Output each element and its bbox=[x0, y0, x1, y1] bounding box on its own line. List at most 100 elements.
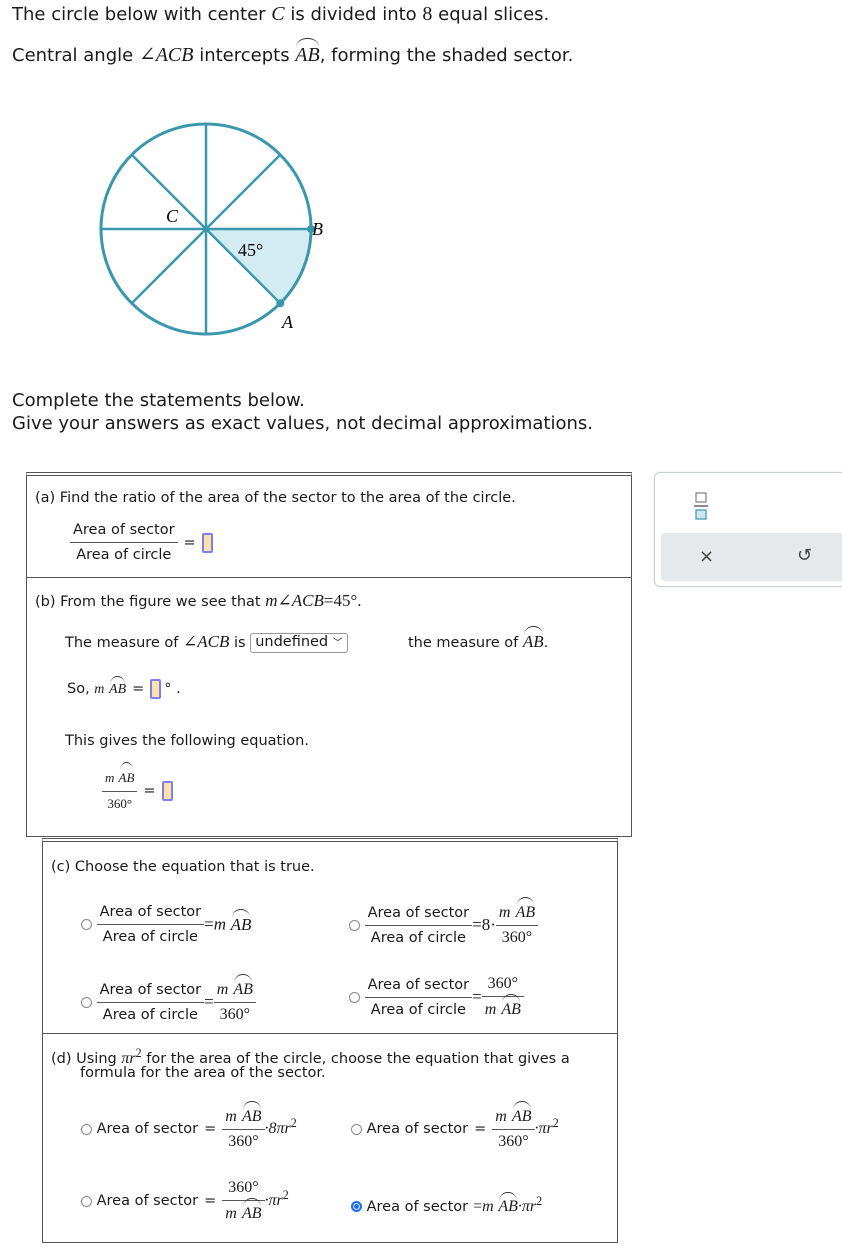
arc: AB bbox=[515, 897, 536, 921]
exponent: 2 bbox=[290, 1116, 297, 1131]
equals: = bbox=[143, 783, 156, 799]
so-statement: So, m AB = ° . bbox=[67, 676, 181, 699]
radio-c3[interactable] bbox=[81, 996, 92, 1008]
equals: = bbox=[472, 987, 482, 1006]
part-b-answer-input[interactable] bbox=[161, 781, 173, 801]
label-b: B bbox=[312, 219, 323, 239]
center-var: C bbox=[271, 3, 285, 25]
intro-line-1: The circle below with center C is divide… bbox=[12, 3, 549, 26]
arc: AB bbox=[241, 1198, 262, 1222]
radio-d4-selected[interactable] bbox=[351, 1201, 362, 1213]
part-b-box: (b) From the figure we see that m∠ACB=45… bbox=[26, 577, 632, 837]
instruction-2: Give your answers as exact values, not d… bbox=[12, 413, 593, 434]
instruction-1: Complete the statements below. bbox=[12, 390, 305, 411]
fraction-template-button[interactable] bbox=[693, 491, 709, 525]
fraction-bar bbox=[222, 1129, 265, 1130]
radius-line bbox=[205, 153, 282, 230]
exponent: 2 bbox=[536, 1194, 543, 1208]
numerator: 360° bbox=[228, 1179, 259, 1196]
m: m bbox=[265, 591, 278, 610]
option-c1[interactable]: Area of sector Area of circle =m AB bbox=[81, 902, 251, 947]
option-d3[interactable]: Area of sector = 360° m AB ·πr2 bbox=[81, 1178, 289, 1224]
m: m bbox=[94, 682, 105, 697]
fraction: m AB 360° bbox=[492, 1101, 535, 1152]
part-a-answer-input[interactable] bbox=[201, 532, 213, 553]
text: intercepts bbox=[193, 45, 296, 66]
fraction: Area of sector Area of circle bbox=[364, 975, 473, 1020]
radio-d3[interactable] bbox=[81, 1195, 92, 1207]
m: m bbox=[225, 1205, 237, 1222]
radio-c1[interactable] bbox=[81, 919, 92, 930]
factor: ·πr bbox=[517, 1197, 537, 1215]
fraction: m AB 360° bbox=[222, 1101, 265, 1152]
part-d-box: (d) Using πr2 for the area of the circle… bbox=[42, 1033, 618, 1243]
arc: AB bbox=[233, 974, 253, 998]
text: =45°. bbox=[323, 591, 362, 610]
label-a: A bbox=[281, 312, 294, 332]
fraction-bar bbox=[364, 996, 473, 998]
fraction: m AB 360° bbox=[213, 974, 256, 1025]
denominator: 360° bbox=[219, 1006, 251, 1023]
factor: ·πr bbox=[534, 1120, 553, 1137]
factor: ·πr bbox=[264, 1192, 283, 1209]
factor: ·8πr bbox=[264, 1120, 291, 1137]
arc: AB bbox=[109, 676, 127, 697]
equals: = bbox=[473, 1197, 483, 1215]
option-d4[interactable]: Area of sector =m AB·πr2 bbox=[351, 1191, 543, 1216]
angle-acb: ∠ACB bbox=[138, 44, 194, 66]
denominator: Area of circle bbox=[76, 547, 172, 563]
denominator: Area of circle bbox=[370, 929, 466, 946]
option-d1[interactable]: Area of sector = m AB 360° ·8πr2 bbox=[81, 1101, 297, 1152]
part-d-prompt-2: formula for the area of the sector. bbox=[80, 1065, 326, 1081]
denominator: Area of circle bbox=[370, 1001, 466, 1018]
radio-c4[interactable] bbox=[349, 991, 360, 1003]
fraction-bar bbox=[364, 924, 473, 926]
m: m bbox=[482, 1197, 494, 1215]
relation-dropdown[interactable]: undefined ﹀ bbox=[250, 633, 348, 653]
lhs: Area of sector bbox=[366, 1198, 469, 1215]
numerator: Area of sector bbox=[73, 522, 175, 538]
lhs: Area of sector bbox=[96, 1121, 199, 1137]
radio-c2[interactable] bbox=[349, 919, 360, 931]
option-c3[interactable]: Area of sector Area of circle = m AB 360° bbox=[81, 974, 256, 1025]
m: m bbox=[484, 1001, 497, 1018]
fraction-bar bbox=[102, 791, 138, 792]
equals: = bbox=[472, 915, 482, 934]
equals: = bbox=[204, 914, 214, 934]
eight: 8· bbox=[481, 915, 496, 934]
angle-label: 45° bbox=[238, 240, 263, 260]
numerator: Area of sector bbox=[367, 904, 470, 921]
equals: = bbox=[474, 1121, 487, 1137]
text: (b) From the figure we see that bbox=[35, 594, 266, 610]
m: m bbox=[105, 770, 115, 785]
text: The measure of bbox=[65, 635, 184, 651]
intro-line-2: Central angle ∠ACB intercepts AB, formin… bbox=[12, 38, 573, 67]
option-c4[interactable]: Area of sector Area of circle = 360° m AB bbox=[349, 974, 524, 1020]
part-c-box: (c) Choose the equation that is true. Ar… bbox=[42, 838, 618, 1034]
fraction: m AB 360° bbox=[495, 897, 539, 948]
clear-button[interactable]: × bbox=[699, 546, 714, 567]
undo-icon: ↺ bbox=[797, 545, 813, 566]
arc-measure-input[interactable] bbox=[150, 679, 162, 699]
fraction-bar bbox=[213, 1002, 256, 1003]
option-c2[interactable]: Area of sector Area of circle =8· m AB 360° bbox=[349, 897, 539, 948]
point-a bbox=[276, 299, 285, 308]
exponent: 2 bbox=[552, 1116, 559, 1131]
arc: AB bbox=[501, 994, 521, 1018]
m: m bbox=[213, 914, 227, 934]
fraction-bar bbox=[70, 542, 178, 543]
radio-d1[interactable] bbox=[81, 1123, 92, 1135]
gives-text: This gives the following equation. bbox=[65, 733, 309, 749]
text: Central angle bbox=[12, 45, 139, 66]
option-d2[interactable]: Area of sector = m AB 360° ·πr2 bbox=[351, 1101, 559, 1152]
circle-figure: C B 45° A bbox=[99, 122, 323, 336]
equals: = bbox=[204, 992, 214, 1011]
radio-d2[interactable] bbox=[351, 1123, 362, 1135]
text: . bbox=[543, 635, 549, 651]
arc: AB bbox=[241, 1101, 262, 1125]
numerator: 360° bbox=[487, 975, 519, 992]
undo-button[interactable]: ↺ bbox=[797, 545, 812, 566]
denominator: Area of circle bbox=[102, 929, 198, 945]
arc: AB bbox=[511, 1101, 532, 1125]
part-a-box: (a) Find the ratio of the area of the se… bbox=[26, 472, 632, 578]
